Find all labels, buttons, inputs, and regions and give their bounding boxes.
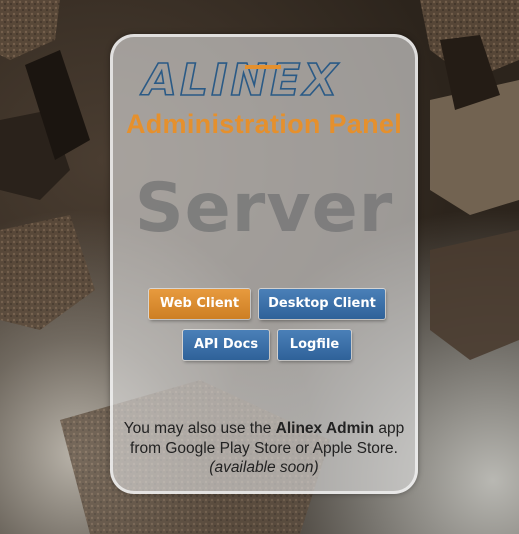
availability-note: (available soon) [209, 459, 319, 476]
logfile-button[interactable]: Logfile [278, 330, 351, 360]
info-prefix: You may also use the [123, 420, 276, 437]
desktop-client-button[interactable]: Desktop Client [259, 289, 385, 319]
alinex-logo: ALINEX [139, 54, 340, 103]
admin-panel-card: ALINEX Administration Panel Server Web C… [110, 34, 418, 494]
info-suffix: app [374, 420, 405, 437]
app-info-text: You may also use the Alinex Admin app fr… [113, 419, 415, 478]
alinex-logo-text: ALINEX [140, 55, 340, 103]
web-client-button[interactable]: Web Client [149, 289, 250, 319]
logo-accent-bar [245, 65, 281, 69]
page-title: Administration Panel [125, 109, 403, 139]
info-line-3: (available soon) [113, 458, 415, 478]
app-name: Alinex Admin [275, 420, 375, 437]
info-line-1: You may also use the Alinex Admin app [113, 419, 415, 439]
api-docs-button[interactable]: API Docs [183, 330, 269, 360]
server-heading: Server [134, 169, 394, 248]
info-line-2: from Google Play Store or Apple Store. [130, 439, 398, 457]
